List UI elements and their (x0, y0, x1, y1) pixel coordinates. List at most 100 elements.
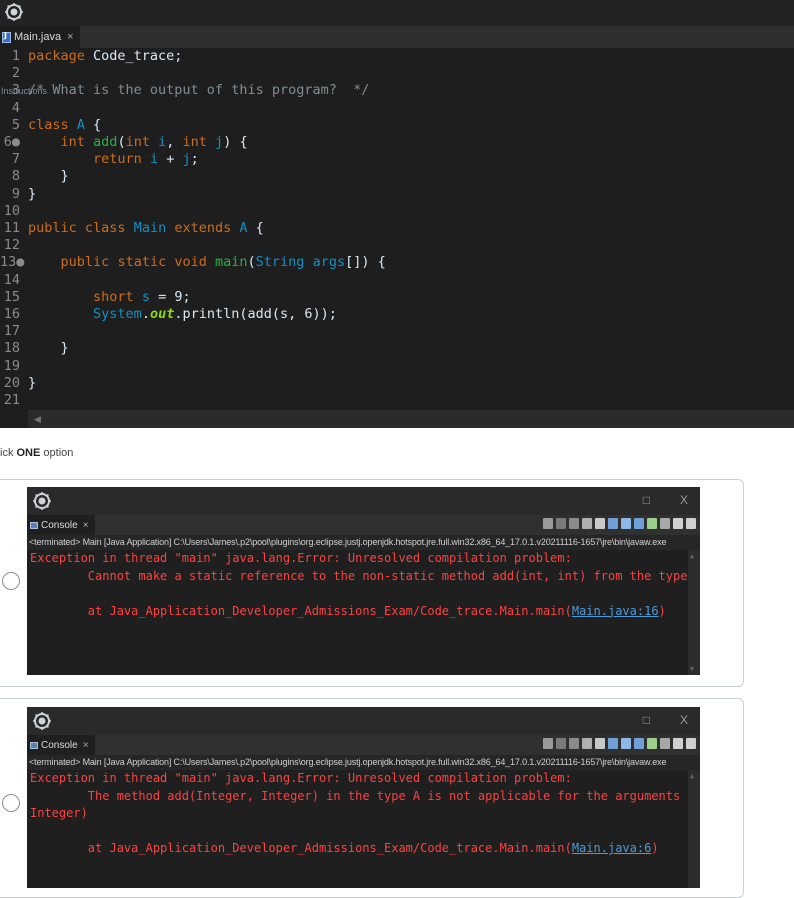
instructions-overlay: Instructions (1, 86, 48, 96)
console-titlebar: □ X (27, 707, 700, 735)
maximize-view-icon[interactable] (686, 738, 696, 749)
code-token: out (149, 306, 175, 322)
console-icon (30, 741, 38, 749)
tab-console[interactable]: Console × (27, 515, 95, 535)
terminate-icon[interactable] (543, 518, 553, 529)
vertical-scrollbar[interactable]: ▲ (688, 770, 700, 888)
maximize-button[interactable]: □ (643, 493, 650, 507)
option-2-radio[interactable] (2, 794, 20, 812)
option-1-radio[interactable] (2, 572, 20, 590)
new-console-icon[interactable] (647, 518, 657, 529)
console-status: <terminated> Main [Java Application] C:\… (27, 535, 700, 550)
line-number: 12 (3, 237, 20, 254)
code-token: static (117, 254, 167, 271)
display-console-icon[interactable] (634, 738, 644, 749)
tab-console[interactable]: Console × (27, 735, 95, 755)
code-line: 15 short s = 9; (0, 289, 794, 306)
maximize-view-icon[interactable] (686, 518, 696, 529)
console-tabbar: Console × (27, 735, 700, 755)
line-number: 4 (11, 99, 20, 116)
eclipse-logo-icon (33, 712, 51, 730)
code-line: 9} (0, 186, 794, 203)
code-line: 12 (0, 237, 794, 254)
tab-main-java[interactable]: Main.java × (0, 26, 80, 48)
open-console-icon[interactable] (660, 518, 670, 529)
show-on-output-icon[interactable] (608, 738, 618, 749)
answer-option-2[interactable]: □ X Console × <terminated> Main [Java Ap… (0, 698, 744, 898)
close-window-button[interactable]: X (680, 493, 688, 507)
code-token: . (141, 306, 150, 322)
console-toolbar (543, 738, 696, 749)
minimize-view-icon[interactable] (673, 738, 683, 749)
code-line: 8 } (0, 168, 794, 185)
code-line: 18 } (0, 340, 794, 357)
remove-launch-icon[interactable] (556, 738, 566, 749)
answer-option-1[interactable]: □ X Console × <terminated> Main [Java Ap… (0, 479, 744, 687)
display-console-icon[interactable] (634, 518, 644, 529)
code-line: 19 (0, 358, 794, 375)
scroll-up-icon[interactable]: ▲ (690, 552, 694, 560)
scroll-lock-icon[interactable] (582, 518, 592, 529)
remove-all-icon[interactable] (569, 518, 579, 529)
line-number: 5 (11, 116, 20, 133)
console-toolbar (543, 518, 696, 529)
console-icon (30, 521, 38, 529)
line-number: 1 (11, 48, 20, 64)
maximize-button[interactable]: □ (643, 713, 650, 727)
vertical-scrollbar[interactable]: ▲ ▼ (688, 550, 700, 675)
pin-console-icon[interactable] (621, 738, 631, 749)
word-wrap-icon[interactable] (595, 738, 605, 749)
console-output: Exception in thread "main" java.lang.Err… (30, 550, 700, 675)
horizontal-scrollbar[interactable]: ◀ (28, 410, 794, 428)
close-icon[interactable]: × (83, 520, 89, 531)
scroll-down-icon[interactable]: ▼ (690, 665, 694, 673)
line-number: 14 (3, 271, 20, 288)
code-token: System (93, 306, 142, 322)
new-console-icon[interactable] (647, 738, 657, 749)
word-wrap-icon[interactable] (595, 518, 605, 529)
code-token: add (93, 134, 118, 150)
remove-all-icon[interactable] (569, 738, 579, 749)
remove-launch-icon[interactable] (556, 518, 566, 529)
stacktrace-link[interactable]: Main.java:16 (572, 604, 659, 618)
terminate-icon[interactable] (543, 738, 553, 749)
show-on-output-icon[interactable] (608, 518, 618, 529)
open-console-icon[interactable] (660, 738, 670, 749)
scroll-left-icon[interactable]: ◀ (34, 414, 41, 425)
code-line: 21 (0, 392, 794, 409)
line-number: 9 (11, 185, 20, 202)
tab-label: Main.java (14, 31, 62, 43)
code-token: class (84, 220, 126, 236)
java-file-icon (2, 31, 11, 43)
line-number: 21 (3, 392, 20, 408)
stacktrace-link[interactable]: Main.java:6 (572, 841, 651, 855)
code-line: 4 (0, 100, 794, 117)
line-number: 15 (3, 288, 20, 305)
console-window: □ X Console × <terminated> Main [Java Ap… (27, 487, 700, 675)
code-line: 20} (0, 375, 794, 392)
code-editor: Main.java × 1 package Code_trace; 23/* Wha… (0, 0, 794, 428)
code-area[interactable]: 1 package Code_trace; 2 3/* What is the out… (0, 48, 794, 410)
close-icon[interactable]: × (67, 31, 73, 43)
code-line: 3/* What is the output of this program? … (0, 82, 794, 99)
scroll-lock-icon[interactable] (582, 738, 592, 749)
editor-tabbar: Main.java × (0, 26, 794, 48)
close-window-button[interactable]: X (680, 713, 688, 727)
code-token: int (60, 134, 85, 150)
scroll-up-icon[interactable]: ▲ (690, 772, 694, 780)
pin-console-icon[interactable] (621, 518, 631, 529)
close-icon[interactable]: × (83, 740, 89, 751)
minimize-view-icon[interactable] (673, 518, 683, 529)
code-token: } (28, 168, 69, 185)
code-line: 16 System.out.println(add(s, 6)); (0, 306, 794, 323)
